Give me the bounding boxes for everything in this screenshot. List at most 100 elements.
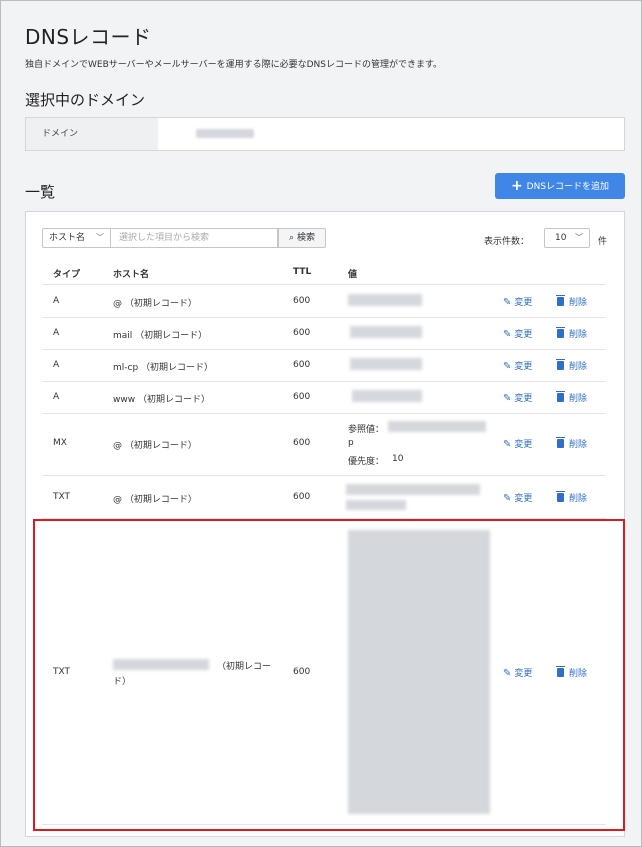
- row-host: www （初期レコード）: [113, 395, 210, 405]
- edit-button[interactable]: ✎ 変更: [503, 391, 532, 404]
- delete-label: 削除: [569, 440, 588, 450]
- row-type: A: [53, 392, 60, 402]
- dns-record-page: DNSレコード 独自ドメインでWEBサーバーやメールサーバーを運用する際に必要な…: [0, 0, 642, 847]
- header-divider: [42, 284, 606, 285]
- delete-label: 削除: [569, 494, 588, 504]
- mx-ref-value-redacted: [388, 421, 486, 432]
- page-title: DNSレコード: [25, 25, 152, 49]
- list-heading: 一覧: [25, 183, 56, 201]
- row-type: MX: [53, 438, 67, 448]
- delete-label: 削除: [569, 362, 588, 372]
- row-ttl: 600: [293, 667, 311, 677]
- add-dns-record-button[interactable]: + DNSレコードを追加: [495, 173, 625, 199]
- row-type: A: [53, 328, 60, 338]
- row-host-redacted: [113, 659, 209, 670]
- pencil-icon: ✎: [503, 329, 512, 340]
- mx-ref-label: 参照値：: [348, 425, 385, 435]
- row-host: @ （初期レコード）: [113, 299, 197, 309]
- row-host: @ （初期レコード）: [113, 495, 197, 505]
- edit-button[interactable]: ✎ 変更: [503, 666, 532, 679]
- row-divider: [42, 413, 606, 414]
- edit-label: 変更: [514, 494, 533, 504]
- pencil-icon: ✎: [503, 361, 512, 372]
- delete-label: 削除: [569, 298, 588, 308]
- delete-button[interactable]: 削除: [556, 437, 588, 450]
- row-type: TXT: [53, 667, 71, 677]
- row-ttl: 600: [293, 360, 311, 370]
- trash-icon: [556, 391, 565, 402]
- trash-icon: [556, 359, 565, 370]
- delete-button[interactable]: 削除: [556, 491, 588, 504]
- display-count-unit: 件: [598, 237, 608, 247]
- page-description: 独自ドメインでWEBサーバーやメールサーバーを運用する際に必要なDNSレコードの…: [25, 60, 443, 70]
- pencil-icon: ✎: [503, 393, 512, 404]
- delete-button[interactable]: 削除: [556, 391, 588, 404]
- add-dns-record-label: DNSレコードを追加: [526, 182, 610, 192]
- row-host: ml-cp （初期レコード）: [113, 363, 214, 373]
- delete-button[interactable]: 削除: [556, 327, 588, 340]
- edit-label: 変更: [514, 330, 533, 340]
- row-host-tail: ド）: [113, 677, 132, 687]
- search-input[interactable]: 選択した項目から検索: [110, 228, 278, 248]
- row-ttl: 600: [293, 492, 311, 502]
- row-ttl: 600: [293, 438, 311, 448]
- pencil-icon: ✎: [503, 668, 512, 679]
- domain-value-redacted: [196, 129, 254, 138]
- record-list-panel: ホスト名 ﹀ 選択した項目から検索 ⌕ 検索 表示件数： 10 ﹀ 件 タイプ …: [25, 211, 625, 837]
- row-value-redacted: [350, 326, 422, 338]
- row-host: @ （初期レコード）: [113, 441, 197, 451]
- display-count-select[interactable]: 10 ﹀: [544, 228, 590, 248]
- row-type: A: [53, 360, 60, 370]
- trash-icon: [556, 491, 565, 502]
- column-header-host: ホスト名: [113, 270, 150, 280]
- edit-button[interactable]: ✎ 変更: [503, 327, 532, 340]
- search-field-select[interactable]: ホスト名 ﹀: [42, 228, 110, 248]
- row-ttl: 600: [293, 296, 311, 306]
- column-header-ttl: TTL: [293, 267, 312, 277]
- edit-button[interactable]: ✎ 変更: [503, 359, 532, 372]
- edit-label: 変更: [514, 298, 533, 308]
- row-value-redacted: [348, 530, 490, 814]
- row-type: TXT: [53, 492, 71, 502]
- edit-label: 変更: [514, 669, 533, 679]
- search-button[interactable]: ⌕ 検索: [278, 228, 326, 248]
- trash-icon: [556, 327, 565, 338]
- row-host-suffix: （初期レコー: [217, 662, 272, 672]
- trash-icon: [556, 295, 565, 306]
- row-value-redacted: [350, 358, 422, 370]
- delete-button[interactable]: 削除: [556, 666, 588, 679]
- trash-icon: [556, 666, 565, 677]
- chevron-down-icon: ﹀: [575, 233, 583, 242]
- edit-label: 変更: [514, 362, 533, 372]
- pencil-icon: ✎: [503, 297, 512, 308]
- selected-domain-box: ドメイン: [25, 117, 625, 151]
- delete-button[interactable]: 削除: [556, 295, 588, 308]
- row-divider: [42, 824, 606, 825]
- delete-label: 削除: [569, 394, 588, 404]
- row-divider: [42, 317, 606, 318]
- plus-icon: +: [510, 178, 523, 194]
- column-header-value: 値: [348, 270, 358, 280]
- edit-label: 変更: [514, 394, 533, 404]
- row-divider: [42, 475, 606, 476]
- search-button-label: 検索: [296, 233, 315, 243]
- display-count-label: 表示件数：: [484, 237, 530, 247]
- chevron-down-icon: ﹀: [96, 233, 104, 242]
- pencil-icon: ✎: [503, 493, 512, 504]
- delete-label: 削除: [569, 669, 588, 679]
- domain-label: ドメイン: [26, 118, 158, 150]
- mx-priority-value: 10: [392, 454, 404, 464]
- display-count-value: 10: [555, 233, 567, 243]
- row-divider: [42, 349, 606, 350]
- delete-label: 削除: [569, 330, 588, 340]
- edit-button[interactable]: ✎ 変更: [503, 437, 532, 450]
- search-field-select-value: ホスト名: [49, 233, 86, 243]
- edit-button[interactable]: ✎ 変更: [503, 491, 532, 504]
- edit-label: 変更: [514, 440, 533, 450]
- selected-domain-heading: 選択中のドメイン: [25, 91, 146, 109]
- pencil-icon: ✎: [503, 439, 512, 450]
- row-value-redacted: [352, 390, 422, 402]
- delete-button[interactable]: 削除: [556, 359, 588, 372]
- edit-button[interactable]: ✎ 変更: [503, 295, 532, 308]
- row-ttl: 600: [293, 392, 311, 402]
